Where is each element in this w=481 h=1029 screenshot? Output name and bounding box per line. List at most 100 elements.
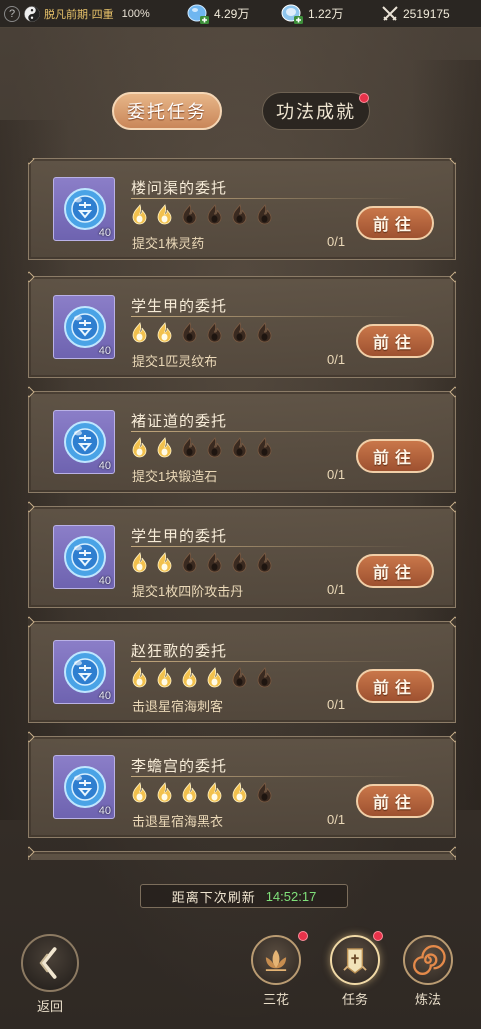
flame-unlit-icon <box>207 437 222 458</box>
flame-lit-icon <box>132 322 147 343</box>
difficulty-flames <box>129 436 274 458</box>
realm-label: 脱凡前期·四重 <box>44 8 114 21</box>
refresh-timer: 距离下次刷新 14:52:17 <box>140 884 348 908</box>
flame-unlit-icon <box>232 204 247 225</box>
task-description: 提交1株灵药 <box>132 236 205 251</box>
reward-item-slot[interactable]: 40 <box>53 755 115 819</box>
go-button[interactable]: 前往 <box>356 784 434 818</box>
flame-lit-icon <box>132 552 147 573</box>
go-button[interactable]: 前往 <box>356 206 434 240</box>
flame-unlit-icon <box>182 552 197 573</box>
flame-lit-icon <box>182 782 197 803</box>
nav-notification-badge <box>298 931 308 941</box>
flame-lit-icon <box>157 322 172 343</box>
help-icon[interactable]: ? <box>4 5 20 22</box>
go-button[interactable]: 前往 <box>356 669 434 703</box>
flame-unlit-icon <box>257 552 272 573</box>
item-level: 40 <box>98 460 111 472</box>
task-description: 提交1块锻造石 <box>132 469 218 484</box>
nav-refine-technique[interactable]: 炼法 <box>400 935 456 1008</box>
scroll-banner-icon <box>343 948 367 974</box>
task-progress: 0/1 <box>327 234 346 249</box>
reward-item-slot[interactable]: 40 <box>53 640 115 704</box>
spirit-orb-icon <box>64 536 106 578</box>
task-card: 40 李蟾宫的委托 击退星宿海黑衣 0/1 前往 <box>28 736 456 838</box>
flame-unlit-icon <box>182 204 197 225</box>
go-button[interactable]: 前往 <box>356 324 434 358</box>
flame-unlit-icon <box>232 667 247 688</box>
flame-unlit-icon <box>232 552 247 573</box>
currency-blue-gem[interactable]: 4.29万 <box>186 3 249 25</box>
flame-unlit-icon <box>207 322 222 343</box>
taiji-icon <box>24 5 40 22</box>
nav-notification-badge <box>373 931 383 941</box>
nav-tasks[interactable]: 任务 <box>326 935 384 1008</box>
difficulty-flames <box>129 666 274 688</box>
refresh-label: 距离下次刷新 <box>171 889 256 905</box>
currency-value: 1.22万 <box>308 7 344 21</box>
flame-lit-icon <box>132 667 147 688</box>
nav-label: 炼法 <box>414 992 441 1007</box>
task-card: 40 学生甲的委托 提交1枚四阶攻击丹 0/1 前往 <box>28 506 456 608</box>
nav-circle <box>330 935 380 985</box>
reward-item-slot[interactable]: 40 <box>53 295 115 359</box>
spirit-orb-icon <box>64 188 106 230</box>
nav-circle <box>251 935 301 985</box>
task-title: 李蟾宫的委托 <box>131 758 228 775</box>
task-description: 击退星宿海刺客 <box>132 699 224 714</box>
spirit-orb-icon <box>64 766 106 808</box>
blue-gem-plus-icon <box>187 4 209 24</box>
spirit-orb-icon <box>64 306 106 348</box>
divider <box>131 431 411 432</box>
status-bar: ? 脱凡前期·四重 100% 4.29万 1.22万 2519175 <box>0 0 481 28</box>
task-title: 学生甲的委托 <box>131 528 228 545</box>
difficulty-flames <box>129 203 274 225</box>
task-card: 40 楼问渠的委托 提交1株灵药 0/1 前往 <box>28 158 456 260</box>
task-description: 击退星宿海黑衣 <box>132 814 224 829</box>
nav-three-flowers[interactable]: 三花 <box>248 935 304 1008</box>
currency-white-gem[interactable]: 1.22万 <box>280 3 343 25</box>
divider <box>131 776 411 777</box>
tab-notification-badge <box>359 93 369 103</box>
divider <box>131 661 411 662</box>
divider <box>131 198 411 199</box>
go-button[interactable]: 前往 <box>356 554 434 588</box>
divider <box>131 546 411 547</box>
task-title: 学生甲的委托 <box>131 298 228 315</box>
flame-unlit-icon <box>182 437 197 458</box>
task-description: 提交1枚四阶攻击丹 <box>132 584 244 599</box>
reward-item-slot[interactable]: 40 <box>53 525 115 589</box>
flame-unlit-icon <box>257 667 272 688</box>
task-list[interactable]: 40 楼问渠的委托 提交1株灵药 0/1 前往 40 学生甲的委托 提交1匹灵纹… <box>28 158 456 860</box>
item-level: 40 <box>98 227 111 239</box>
tab-technique-achievements[interactable]: 功法成就 <box>262 92 370 130</box>
flame-unlit-icon <box>257 437 272 458</box>
reward-item-slot[interactable]: 40 <box>53 177 115 241</box>
task-title: 楼问渠的委托 <box>131 180 228 197</box>
go-button[interactable]: 前往 <box>356 439 434 473</box>
task-card: 40 赵狂歌的委托 击退星宿海刺客 0/1 前往 <box>28 621 456 723</box>
task-title: 赵狂歌的委托 <box>131 643 228 660</box>
tab-commission-tasks[interactable]: 委托任务 <box>112 92 222 130</box>
back-button[interactable]: 返回 <box>20 934 80 1015</box>
item-level: 40 <box>98 690 111 702</box>
refresh-countdown: 14:52:17 <box>265 888 317 904</box>
flame-unlit-icon <box>232 437 247 458</box>
flame-lit-icon <box>207 667 222 688</box>
flame-unlit-icon <box>232 322 247 343</box>
white-gem-plus-icon <box>281 4 303 24</box>
difficulty-flames <box>129 551 274 573</box>
spiral-icon <box>413 945 446 975</box>
difficulty-flames <box>129 781 274 803</box>
reward-item-slot[interactable]: 40 <box>53 410 115 474</box>
lotus-icon <box>265 949 287 972</box>
difficulty-flames <box>129 321 274 343</box>
flame-lit-icon <box>157 437 172 458</box>
flame-lit-icon <box>182 667 197 688</box>
flame-unlit-icon <box>257 322 272 343</box>
currency-value: 4.29万 <box>214 7 250 21</box>
task-progress: 0/1 <box>327 812 346 827</box>
back-label: 返回 <box>36 999 63 1014</box>
task-progress: 0/1 <box>327 467 346 482</box>
task-progress: 0/1 <box>327 582 346 597</box>
